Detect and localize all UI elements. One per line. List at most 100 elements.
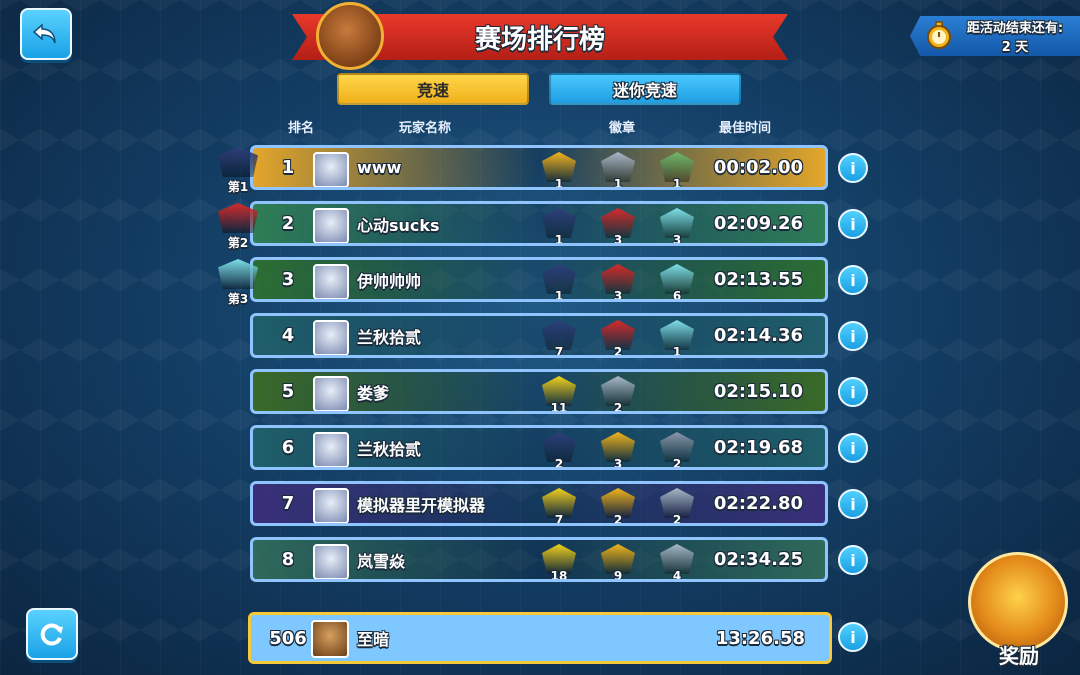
best-time: 02:19.68 [713,437,803,458]
badge-count: 18 [550,569,568,582]
my-info-button[interactable]: i [838,622,868,652]
player-name: 兰秋拾贰 [357,439,422,459]
my-player-name: 至暗 [357,630,390,649]
player-name: 模拟器里开模拟器 [357,495,486,515]
player-avatar [313,152,349,187]
place-badge-icon: 第1 [214,147,262,195]
info-icon: i [850,550,856,570]
best-time: 02:14.36 [713,325,803,346]
my-avatar [311,620,349,658]
timer-label: 距活动结束还有: [966,21,1064,36]
leaderboard-row[interactable]: 3 伊帅帅帅 1 3 6 02:13.55 [250,257,828,302]
badge-count: 4 [672,569,682,582]
info-icon: i [850,326,856,346]
leaderboard-row[interactable]: 5 娄爹 11 2 02:15.10 [250,369,828,414]
badge-medal-icon: 2 [598,318,638,355]
badge-count: 7 [554,345,564,358]
row-rank: 6 [281,437,295,458]
badge-medal-icon: 11 [539,374,579,411]
badge-count: 6 [672,289,682,302]
row-rank: 1 [281,157,295,178]
badge-medal-icon: 3 [657,206,697,246]
leaderboard-row[interactable]: 2 心动sucks 1 3 3 02:09.26 [250,201,828,246]
player-name: 伊帅帅帅 [357,271,422,291]
row-info-button[interactable]: i [838,153,868,183]
badge-medal-icon: 2 [657,430,697,467]
back-arrow-icon [32,23,56,44]
badge-medal-icon: 2 [598,486,638,526]
badge-medal-icon: 1 [539,206,579,246]
column-header-rank: 排名 [288,121,315,136]
badge-medal-icon: 2 [657,486,697,526]
best-time: 02:22.80 [713,493,803,514]
tab-race[interactable]: 竞速 [337,73,529,105]
row-info-button[interactable]: i [838,377,868,407]
badge-count: 2 [613,513,623,526]
badge-medal-icon: 1 [539,262,579,302]
row-rank: 5 [281,381,295,402]
place-badge-icon: 第3 [214,259,262,307]
info-icon: i [850,270,856,290]
refresh-icon [40,623,63,646]
back-button[interactable] [20,8,72,60]
badge-medal-icon: 1 [598,150,638,190]
row-rank: 2 [281,213,295,234]
best-time: 02:15.10 [713,381,803,402]
player-avatar [313,208,349,243]
row-info-button[interactable]: i [838,265,868,295]
badge-count: 1 [672,177,682,190]
info-icon: i [850,214,856,234]
timer-value: 2 天 [1001,40,1029,55]
best-time: 02:34.25 [713,549,803,570]
row-rank: 4 [281,325,295,346]
refresh-button[interactable] [26,608,78,660]
row-info-button[interactable]: i [838,433,868,463]
leaderboard-row[interactable]: 1 www 1 1 1 00:02.00 [250,145,828,190]
place-label: 第3 [227,292,249,306]
leaderboard-row[interactable]: 8 岚雪焱 18 9 4 02:34.25 [250,537,828,582]
badge-medal-icon: 1 [657,318,697,355]
row-info-button[interactable]: i [838,545,868,575]
badge-medal-icon: 2 [598,374,638,414]
rewards-button[interactable]: 奖励 [966,552,1076,672]
badge-count: 3 [613,233,623,246]
badge-count: 2 [613,401,623,414]
my-rank: 506 [269,627,307,649]
player-avatar [313,376,349,411]
player-name: www [357,158,402,177]
place-crown-icon [218,147,258,177]
badge-count: 2 [554,457,564,470]
row-rank: 8 [281,549,295,570]
monkey-racer-icon [316,2,384,70]
info-icon: i [850,382,856,402]
badge-medal-icon: 7 [539,318,579,358]
badge-count: 3 [672,233,682,246]
badge-count: 1 [613,177,623,190]
player-avatar [313,544,349,579]
badge-count: 2 [672,513,682,526]
badge-medal-icon: 18 [539,542,579,582]
leaderboard-row[interactable]: 4 兰秋拾贰 7 2 1 02:14.36 [250,313,828,358]
player-name: 岚雪焱 [357,551,406,571]
leaderboard-row[interactable]: 6 兰秋拾贰 2 3 2 02:19.68 [250,425,828,470]
tab-mini-race[interactable]: 迷你竞速 [549,73,741,105]
badge-medal-icon: 2 [539,430,579,470]
badge-count: 3 [613,457,623,470]
badge-medal-icon: 3 [598,262,638,299]
place-label: 第1 [227,180,249,194]
badge-count: 1 [554,233,564,246]
my-rank-row[interactable]: 506 至暗 13:26.58 [248,612,832,664]
badge-count: 1 [554,289,564,302]
info-icon: i [850,438,856,458]
player-avatar [313,432,349,467]
badge-medal-icon: 1 [539,150,579,187]
badge-medal-icon: 3 [598,206,638,246]
badge-count: 7 [554,513,564,526]
row-info-button[interactable]: i [838,209,868,239]
row-info-button[interactable]: i [838,489,868,519]
page-title: 赛场排行榜 [474,24,605,55]
column-header-best-time: 最佳时间 [719,121,772,136]
leaderboard-row[interactable]: 7 模拟器里开模拟器 7 2 2 02:22.80 [250,481,828,526]
row-info-button[interactable]: i [838,321,868,351]
my-best-time: 13:26.58 [715,627,805,649]
